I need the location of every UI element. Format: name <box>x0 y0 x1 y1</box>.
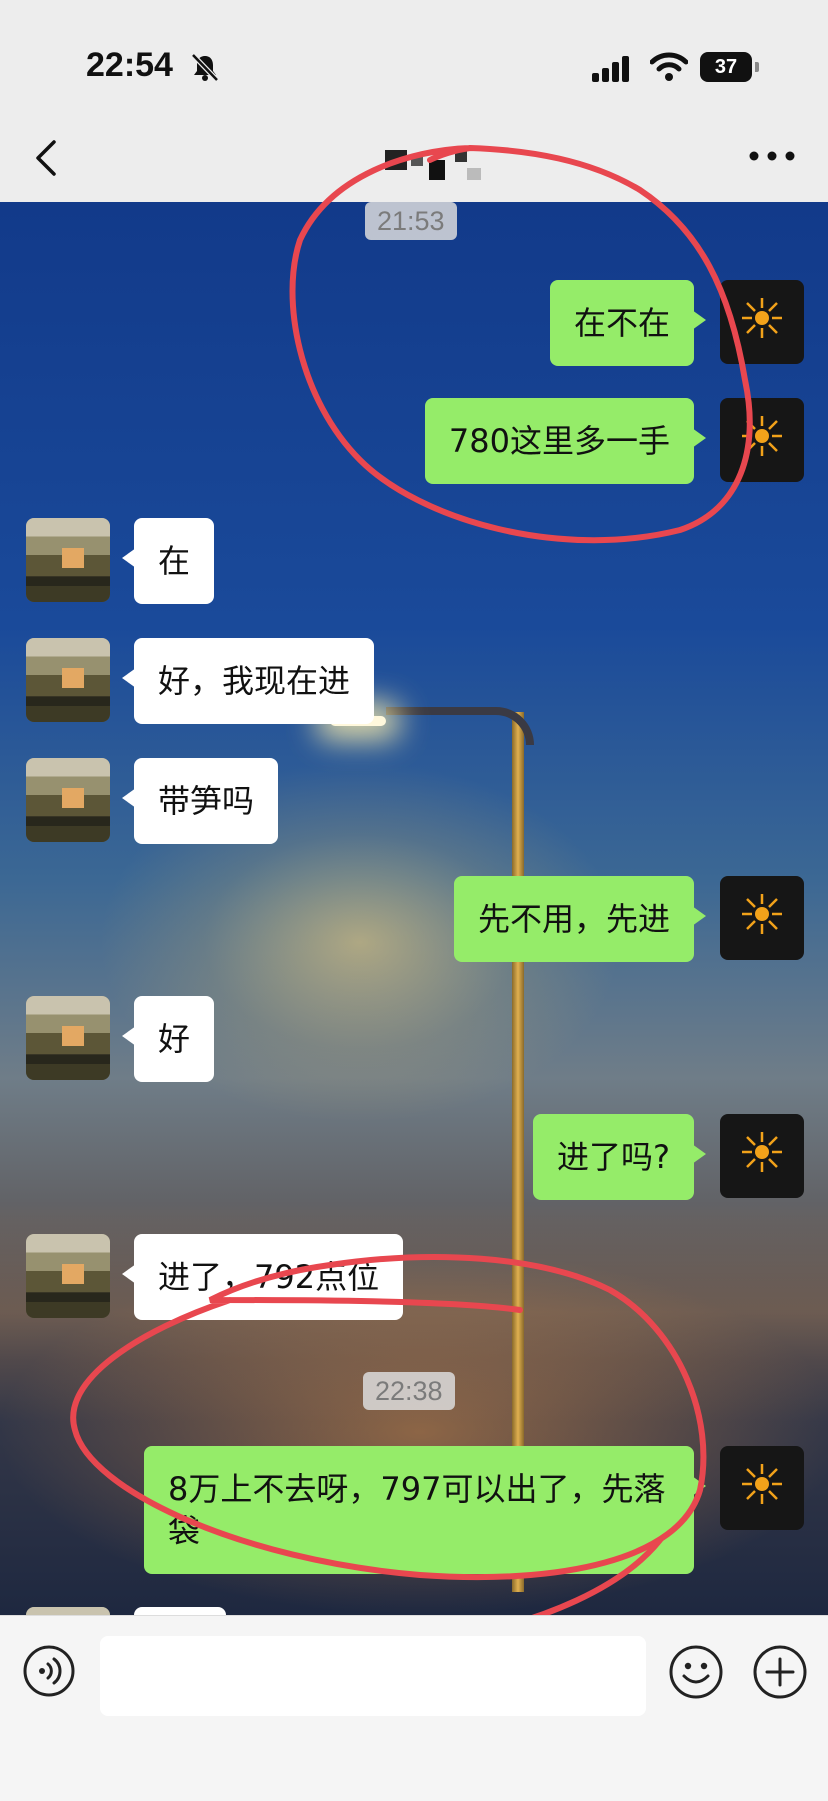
avatar[interactable] <box>26 638 110 722</box>
message-bubble-me[interactable]: 先不用，先进 <box>453 876 707 962</box>
message-bubble-them[interactable]: 带笋吗 <box>121 758 279 844</box>
message-bubble-them[interactable]: 进了，792点位 <box>121 1234 404 1320</box>
message-bubble-them[interactable]: 好 <box>121 996 215 1082</box>
chevron-left-icon[interactable] <box>32 138 62 178</box>
avatar[interactable] <box>720 1114 804 1198</box>
message-bubble-me[interactable]: 8万上不去呀，797可以出了，先落袋 <box>144 1446 706 1574</box>
avatar[interactable] <box>720 280 804 364</box>
timestamp: 22:38 <box>363 1372 455 1410</box>
chat-title-redacted <box>385 150 481 180</box>
emoji-icon[interactable] <box>668 1644 724 1700</box>
message-input[interactable] <box>100 1636 646 1716</box>
sun-avatar-icon <box>742 894 782 934</box>
pixelated-avatar-image <box>26 1234 110 1318</box>
pixelated-avatar-image <box>26 758 110 842</box>
message-bubble-me[interactable]: 进了吗? <box>533 1114 706 1200</box>
bell-off-icon <box>191 53 219 82</box>
pixelated-avatar-image <box>26 518 110 602</box>
home-indicator-area <box>0 1725 828 1801</box>
avatar[interactable] <box>26 518 110 602</box>
avatar[interactable] <box>720 398 804 482</box>
avatar[interactable] <box>26 1607 110 1615</box>
message-bubble-them[interactable] <box>134 1607 226 1615</box>
avatar[interactable] <box>26 1234 110 1318</box>
more-dots-icon[interactable] <box>748 150 796 162</box>
chat-area[interactable]: 21:53 在不在 780这里多一手 在 好，我现在进 带笋吗 先不用，先进 好… <box>0 202 828 1615</box>
sun-avatar-icon <box>742 416 782 456</box>
sun-avatar-icon <box>742 1132 782 1172</box>
message-bubble-them[interactable]: 好，我现在进 <box>121 638 375 724</box>
timestamp: 21:53 <box>365 202 457 240</box>
voice-icon[interactable] <box>22 1644 76 1698</box>
avatar[interactable] <box>720 876 804 960</box>
message-bubble-me[interactable]: 780这里多一手 <box>424 398 707 484</box>
pixelated-avatar-image <box>26 638 110 722</box>
avatar[interactable] <box>26 996 110 1080</box>
wallpaper-lamp-arm <box>386 707 534 745</box>
plus-icon[interactable] <box>752 1644 808 1700</box>
message-bubble-me[interactable]: 在不在 <box>549 280 707 366</box>
signal-icon <box>592 56 629 82</box>
avatar[interactable] <box>720 1446 804 1530</box>
input-bar <box>0 1615 828 1726</box>
sun-avatar-icon <box>742 298 782 338</box>
wifi-icon <box>650 52 688 81</box>
message-bubble-them[interactable]: 在 <box>121 518 215 604</box>
avatar[interactable] <box>26 758 110 842</box>
battery-icon: 37 <box>700 52 759 82</box>
pixelated-avatar-image <box>26 1607 110 1615</box>
top-bar: 22:54 37 <box>0 0 828 202</box>
status-time: 22:54 <box>86 46 173 84</box>
sun-avatar-icon <box>742 1464 782 1504</box>
pixelated-avatar-image <box>26 996 110 1080</box>
